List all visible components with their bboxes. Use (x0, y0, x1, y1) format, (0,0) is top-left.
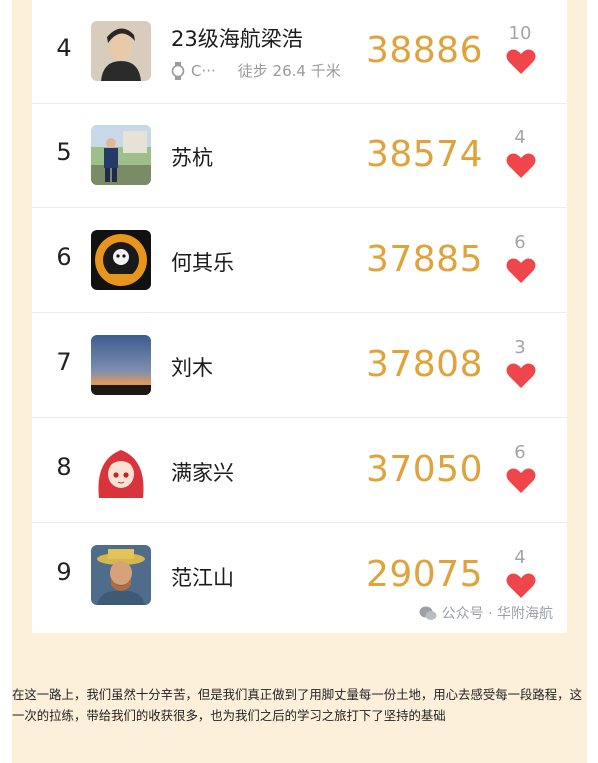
like-button[interactable] (506, 467, 536, 494)
device-info: C··· 徒步 26.4 千米 (171, 60, 341, 81)
ranking-row[interactable]: 4 23级海航梁浩 C··· 徒步 26.4 千米 38886 10 (32, 0, 567, 104)
avatar[interactable] (91, 125, 151, 185)
ranking-row[interactable]: 7 刘木 37808 3 (32, 314, 567, 418)
step-count: 38574 (365, 134, 483, 175)
step-count: 29075 (365, 554, 483, 595)
avatar[interactable] (91, 21, 151, 81)
heart-icon (506, 49, 536, 74)
ranking-row[interactable]: 9 范江山 29075 4 公众号 · 华附海航 (32, 524, 567, 633)
step-count: 37050 (365, 449, 483, 490)
avatar[interactable] (91, 230, 151, 290)
like-button[interactable] (506, 48, 536, 75)
person-outdoor-photo-icon (91, 125, 151, 185)
article-caption: 在这一路上，我们虽然十分辛苦，但是我们真正做到了用脚丈量每一份土地，用心去感受每… (12, 687, 582, 723)
anime-girl-icon (91, 440, 151, 500)
avatar[interactable] (91, 545, 151, 605)
step-count: 37885 (365, 239, 483, 280)
avatar[interactable] (91, 440, 151, 500)
like-button[interactable] (506, 572, 536, 599)
ranking-row[interactable]: 8 满家兴 37050 6 (32, 419, 567, 523)
like-button[interactable] (506, 257, 536, 284)
rank-number: 7 (56, 348, 72, 376)
van-gogh-portrait-icon (91, 545, 151, 605)
rank-number: 6 (56, 243, 72, 271)
ranking-row[interactable]: 6 何其乐 37885 6 (32, 209, 567, 313)
like-button[interactable] (506, 152, 536, 179)
like-count: 4 (514, 127, 526, 148)
like-count: 4 (514, 547, 526, 568)
rank-number: 4 (56, 34, 72, 62)
ranking-row[interactable]: 5 苏杭 38574 4 (32, 104, 567, 208)
rank-number: 5 (56, 138, 72, 166)
avatar[interactable] (91, 335, 151, 395)
user-name: 刘木 (171, 356, 213, 380)
user-name: 何其乐 (171, 251, 234, 275)
like-count: 10 (508, 23, 532, 44)
wechat-watermark: 公众号 · 华附海航 (419, 603, 553, 623)
heart-icon (506, 258, 536, 283)
heart-icon (506, 153, 536, 178)
like-count: 3 (514, 337, 526, 358)
watermark-text: 公众号 · 华附海航 (441, 606, 553, 622)
user-name: 23级海航梁浩 (171, 27, 303, 51)
rank-number: 9 (56, 558, 72, 586)
user-name: 范江山 (171, 566, 234, 590)
like-count: 6 (514, 442, 526, 463)
step-count: 37808 (365, 344, 483, 385)
watch-icon (171, 61, 185, 80)
step-ranking-card: 4 23级海航梁浩 C··· 徒步 26.4 千米 38886 10 5 苏杭 … (32, 0, 567, 633)
sunset-landscape-icon (91, 335, 151, 395)
heart-icon (506, 363, 536, 388)
like-button[interactable] (506, 362, 536, 389)
fighting-cat-logo-icon (91, 230, 151, 290)
heart-icon (506, 468, 536, 493)
like-count: 6 (514, 232, 526, 253)
user-name: 满家兴 (171, 461, 234, 485)
rank-number: 8 (56, 453, 72, 481)
user-name: 苏杭 (171, 146, 213, 170)
step-count: 38886 (365, 30, 483, 71)
device-name: C··· (191, 61, 216, 80)
steps-label: 徒步 26.4 千米 (237, 62, 341, 80)
person-portrait-icon (91, 21, 151, 81)
wechat-icon (419, 606, 437, 620)
heart-icon (506, 573, 536, 598)
